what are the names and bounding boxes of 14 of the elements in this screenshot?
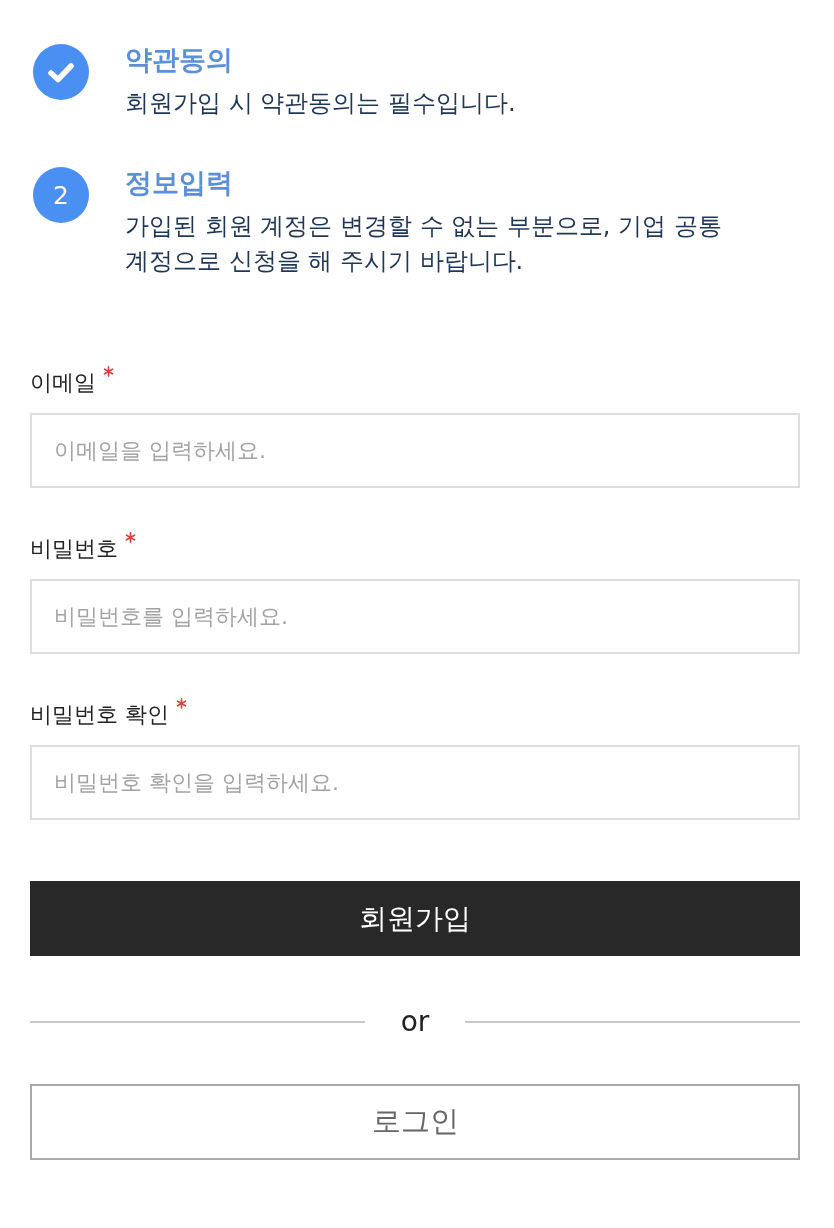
step-title: 약관동의 xyxy=(125,43,233,77)
input-field[interactable]: 이메일을 입력하세요. xyxy=(30,413,800,488)
field-label: 비밀번호 xyxy=(30,535,118,563)
divider-text: or xyxy=(400,1004,430,1040)
step-title: 정보입력 xyxy=(125,166,233,200)
input-field[interactable]: 비밀번호를 입력하세요. xyxy=(30,579,800,654)
step-number: 2 xyxy=(33,167,89,223)
input-field[interactable]: 비밀번호 확인을 입력하세요. xyxy=(30,745,800,820)
field-label: 비밀번호 확인 xyxy=(30,701,169,729)
signup-button[interactable]: 회원가입 xyxy=(30,881,800,956)
login-button[interactable]: 로그인 xyxy=(30,1084,800,1160)
field-label: 이메일 xyxy=(30,369,96,397)
step-description: 회원가입 시 약관동의는 필수입니다. xyxy=(125,88,517,119)
step-description: 가입된 회원 계정은 변경할 수 없는 부분으로, 기업 공통 계정으로 신청을 해 주시기 바랍니다. xyxy=(125,211,723,277)
